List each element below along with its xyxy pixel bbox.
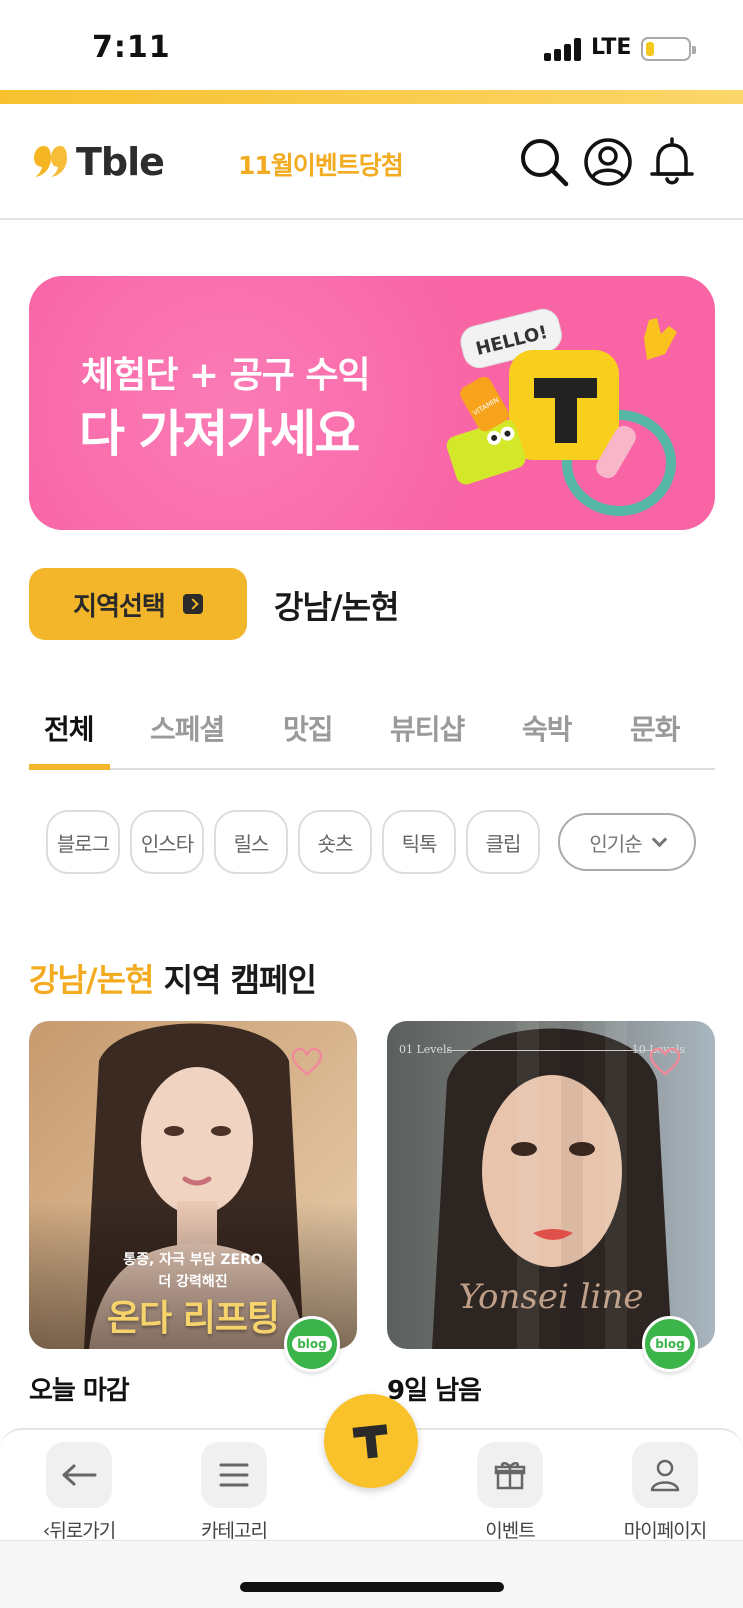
logo-t-icon <box>352 1424 388 1459</box>
app-header: Tble 11월이벤트당첨 <box>0 104 743 220</box>
chevron-right-icon <box>182 594 203 614</box>
section-title-region: 강남/논현 <box>29 961 154 999</box>
tab-all[interactable]: 전체 <box>44 708 95 748</box>
banner-illustration: HELLO! VITAMIN <box>446 308 677 516</box>
card-deadline: 오늘 마감 <box>29 1376 130 1406</box>
gift-icon <box>477 1442 543 1508</box>
heart-icon[interactable] <box>649 1047 681 1077</box>
active-tab-indicator <box>29 764 110 770</box>
logo[interactable]: Tble <box>32 140 165 184</box>
chip-clip[interactable]: 클립 <box>466 810 540 874</box>
card-deadline: 9일 남음 <box>387 1376 482 1406</box>
region-select-label: 지역선택 <box>73 591 166 622</box>
category-tabs: 전체 스페셜 맛집 뷰티샵 숙박 문화 <box>29 700 715 770</box>
card-overlay-text: 통증, 자극 부담 ZERO <box>123 1252 263 1268</box>
user-icon <box>632 1442 698 1508</box>
nav-mypage[interactable]: 마이페이지 <box>610 1442 720 1543</box>
tab-lodging[interactable]: 숙박 <box>522 708 573 748</box>
section-title-rest: 지역 캠페인 <box>153 961 317 999</box>
tab-restaurants[interactable]: 맛집 <box>283 708 334 748</box>
bell-icon[interactable] <box>646 136 698 188</box>
nav-category[interactable]: 카테고리 <box>179 1442 289 1543</box>
banner-subheadline: 다 가져가세요 <box>79 405 360 463</box>
region-select-button[interactable]: 지역선택 <box>29 568 247 640</box>
profile-icon[interactable] <box>582 136 634 188</box>
event-winners-link[interactable]: 11월이벤트당첨 <box>238 146 404 182</box>
logo-mark-icon <box>34 146 67 177</box>
nav-mypage-label: 마이페이지 <box>623 1520 707 1542</box>
promo-banner[interactable]: 체험단 + 공구 수익 다 가져가세요 HELLO! VITAMIN <box>29 276 715 530</box>
card-level-left: 01 Levels <box>399 1043 453 1056</box>
sort-label: 인기순 <box>589 831 642 856</box>
status-bar: 7:11 LTE <box>0 0 743 90</box>
chip-tiktok[interactable]: 틱톡 <box>382 810 456 874</box>
blog-badge: blog <box>642 1316 698 1372</box>
selected-region: 강남/논현 <box>274 588 399 626</box>
carrier-label: LTE <box>591 35 632 60</box>
home-fab-button[interactable] <box>324 1394 418 1488</box>
home-indicator-area <box>0 1540 743 1608</box>
heart-icon[interactable] <box>291 1047 323 1077</box>
home-indicator[interactable] <box>240 1582 504 1592</box>
nav-event-label: 이벤트 <box>485 1520 535 1542</box>
signal-icon <box>544 37 584 61</box>
back-arrow-icon <box>46 1442 112 1508</box>
chip-reels[interactable]: 릴스 <box>214 810 288 874</box>
banner-headline: 체험단 + 공구 수익 <box>81 355 371 396</box>
card-level-line <box>447 1050 657 1051</box>
tab-culture[interactable]: 문화 <box>630 708 681 748</box>
chip-shorts[interactable]: 숏츠 <box>298 810 372 874</box>
search-icon[interactable] <box>518 136 570 188</box>
accent-bar <box>0 90 743 104</box>
battery-icon <box>641 37 696 61</box>
chip-instagram[interactable]: 인스타 <box>130 810 204 874</box>
chip-blog[interactable]: 블로그 <box>46 810 120 874</box>
tab-special[interactable]: 스페셜 <box>150 708 225 748</box>
section-title: 강남/논현 지역 캠페인 <box>29 955 317 1001</box>
logo-text: Tble <box>76 140 165 184</box>
nav-category-label: 카테고리 <box>201 1520 268 1542</box>
campaign-card[interactable]: 통증, 자극 부담 ZERO 더 강력해진 온다 리프팅 <box>29 1021 357 1349</box>
nav-back[interactable]: ‹뒤로가기 <box>24 1442 134 1543</box>
blog-badge-label: blog <box>650 1336 690 1352</box>
card-script-text: Yonsei line <box>458 1277 644 1317</box>
tab-beauty-shop[interactable]: 뷰티샵 <box>390 708 465 748</box>
status-time: 7:11 <box>92 30 171 65</box>
sort-dropdown[interactable]: 인기순 <box>558 813 696 871</box>
card-overlay-text: 더 강력해진 <box>158 1274 228 1290</box>
blog-badge: blog <box>284 1316 340 1372</box>
blog-badge-label: blog <box>292 1336 332 1352</box>
chevron-down-icon <box>651 831 667 847</box>
nav-event[interactable]: 이벤트 <box>455 1442 565 1543</box>
campaign-card[interactable]: 01 Levels 10 Levels Yonsei line <box>387 1021 715 1349</box>
nav-back-label: ‹뒤로가기 <box>42 1520 117 1542</box>
menu-icon <box>201 1442 267 1508</box>
